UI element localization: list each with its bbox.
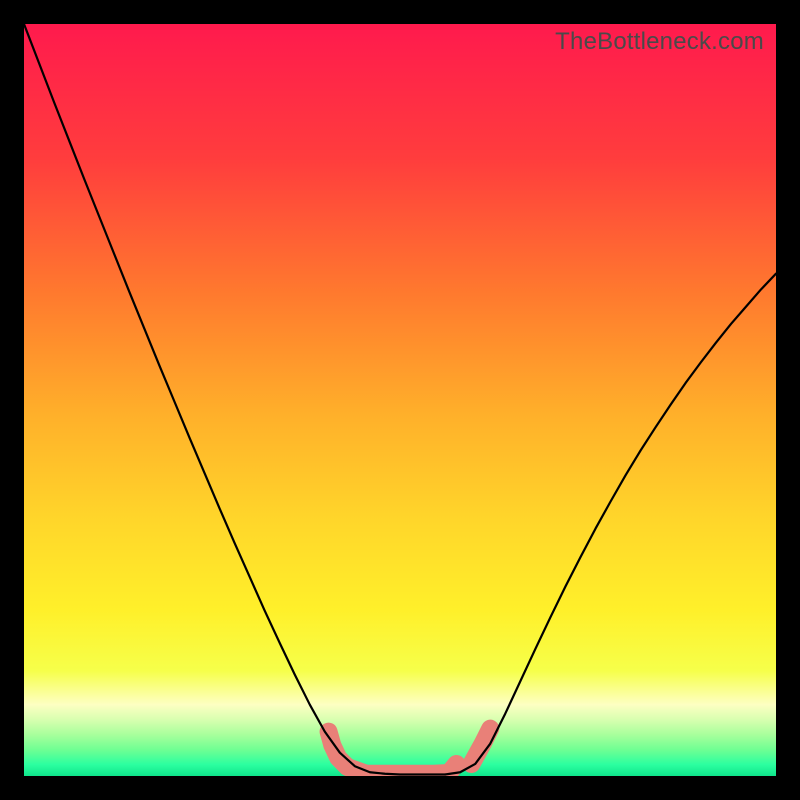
bottleneck-chart: [24, 24, 776, 776]
plot-area: TheBottleneck.com: [24, 24, 776, 776]
chart-frame: TheBottleneck.com: [0, 0, 800, 800]
gradient-background: [24, 24, 776, 776]
watermark-text: TheBottleneck.com: [555, 28, 764, 56]
